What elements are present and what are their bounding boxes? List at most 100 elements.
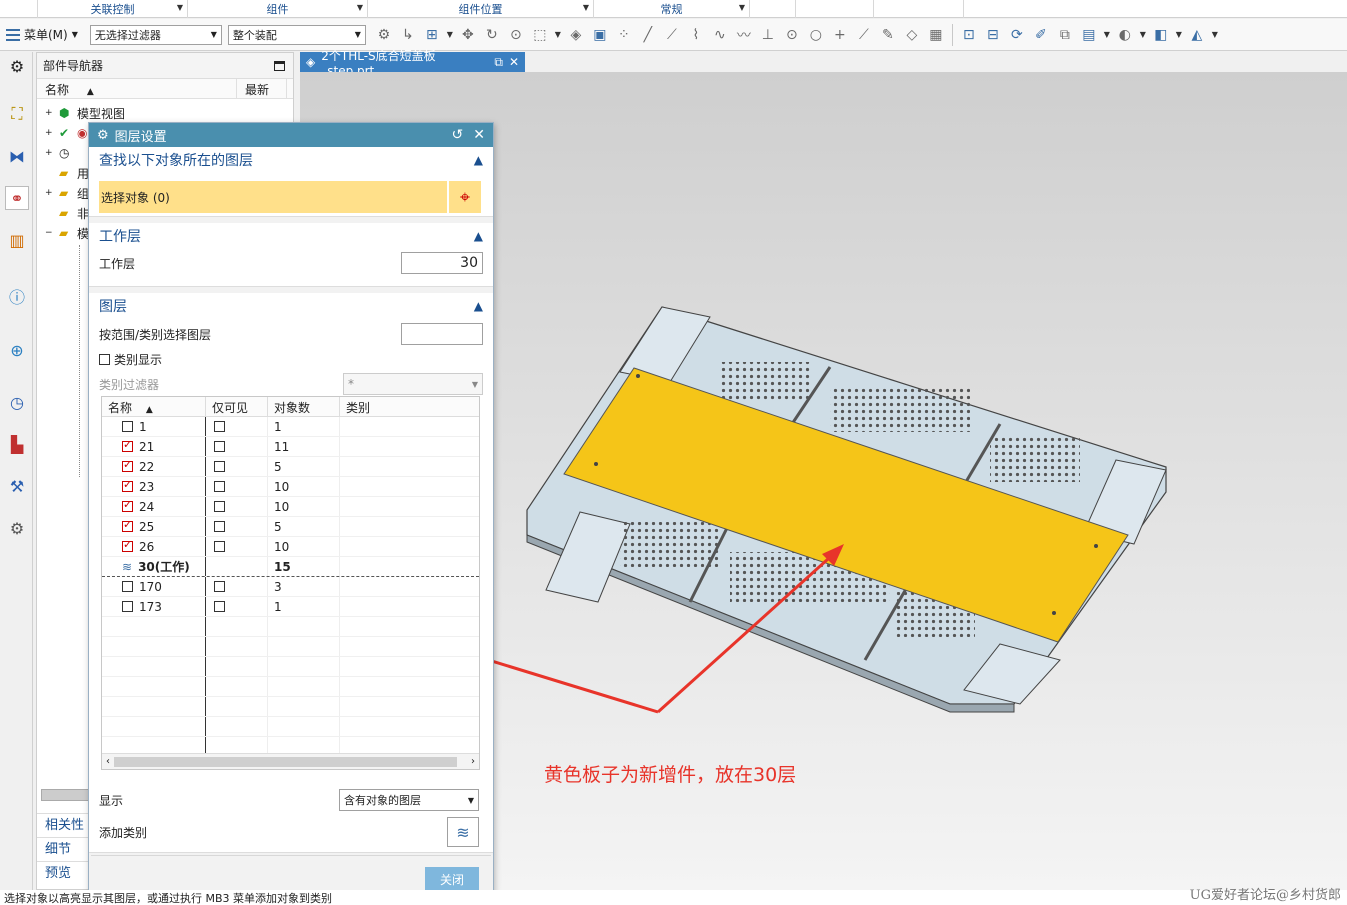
tab-preview[interactable]: 预览 <box>37 861 93 883</box>
assembly-navigator-icon[interactable]: ⛶ <box>5 102 29 126</box>
work-layer-input[interactable]: 30 <box>401 252 483 274</box>
tab-details[interactable]: 细节 <box>37 837 93 859</box>
grid-icon[interactable]: ▦ <box>924 23 948 47</box>
cube-icon[interactable]: ▣ <box>588 23 612 47</box>
tab-dependencies[interactable]: 相关性 <box>37 813 93 835</box>
layer-row[interactable]: 24 10 <box>102 497 479 517</box>
render-style-icon[interactable]: ◐ <box>1113 23 1137 47</box>
ribbon-group-component[interactable]: 组件 ▼ <box>188 0 368 18</box>
chevron-down-icon[interactable]: ▼ <box>583 3 589 12</box>
refresh-icon[interactable]: ⟳ <box>1005 23 1029 47</box>
layer-visible-checkbox[interactable] <box>122 438 133 452</box>
visible-only-checkbox[interactable] <box>214 541 225 552</box>
solid-body-icon[interactable]: ◈ <box>564 23 588 47</box>
chevron-down-icon[interactable]: ▼ <box>1137 23 1149 47</box>
section-header[interactable]: 工作层 ▲ <box>89 223 493 249</box>
info-icon[interactable]: ⓘ <box>5 284 29 308</box>
expand-plus-icon[interactable]: + <box>45 108 59 118</box>
layer-visible-checkbox[interactable] <box>122 538 133 552</box>
layer-row[interactable]: 21 11 <box>102 437 479 457</box>
layout-icon[interactable]: ▤ <box>1077 23 1101 47</box>
maximize-icon[interactable] <box>274 60 285 71</box>
roles-icon[interactable]: ⚒ <box>5 474 29 498</box>
horizontal-scrollbar[interactable] <box>41 789 89 801</box>
section-header[interactable]: 图层 ▲ <box>89 293 493 319</box>
select-add-icon[interactable]: ⊞ <box>420 23 444 47</box>
expand-plus-icon[interactable]: + <box>45 188 59 198</box>
constraint-navigator-icon[interactable]: ⧓ <box>5 144 29 168</box>
points-icon[interactable]: ⁘ <box>612 23 636 47</box>
chevron-down-icon[interactable]: ▼ <box>177 3 183 12</box>
line-icon[interactable]: ╱ <box>636 23 660 47</box>
move-handle-icon[interactable]: ✥ <box>456 23 480 47</box>
chevron-down-icon[interactable]: ▼ <box>357 3 363 12</box>
ribbon-group-association[interactable]: 关联控制 ▼ <box>38 0 188 18</box>
tree-item[interactable]: ▰ 非 <box>59 203 89 223</box>
col-count[interactable]: 对象数 <box>268 397 340 416</box>
visible-only-checkbox[interactable] <box>214 481 225 492</box>
select-object-field[interactable]: 选择对象 (0) <box>99 181 447 213</box>
tree-item[interactable]: + ◷ <box>45 143 77 163</box>
pencil-icon[interactable]: ✎ <box>876 23 900 47</box>
chevron-up-icon[interactable]: ▲ <box>474 153 483 167</box>
layer-visible-checkbox[interactable] <box>122 498 133 512</box>
brush-icon[interactable]: ✐ <box>1029 23 1053 47</box>
menu-button[interactable]: 菜单(M) ▼ <box>0 22 84 48</box>
circle-icon[interactable]: ○ <box>804 23 828 47</box>
close-icon[interactable]: ✕ <box>473 127 485 143</box>
graphics-window-tab[interactable]: ◈ 2个THL-S底合短盖板_step.prt ⧉ ✕ <box>300 49 525 78</box>
spline-icon[interactable]: ∿ <box>708 23 732 47</box>
scroll-right-icon[interactable]: › <box>471 756 475 767</box>
layer-row[interactable]: 26 10 <box>102 537 479 557</box>
tree-item[interactable]: + ✔ ◉ <box>45 123 87 143</box>
navigator-col-latest[interactable]: 最新 <box>237 79 287 98</box>
chevron-down-icon[interactable]: ▼ <box>552 23 564 47</box>
section-header[interactable]: 查找以下对象所在的图层 ▲ <box>89 147 493 173</box>
eraser-icon[interactable]: ◇ <box>900 23 924 47</box>
chevron-up-icon[interactable]: ▲ <box>474 299 483 313</box>
col-name[interactable]: 名称 ▲ <box>102 397 206 416</box>
table-hscrollbar[interactable]: ‹ › <box>102 753 479 769</box>
collapse-minus-icon[interactable]: − <box>45 228 59 238</box>
fit-view-icon[interactable]: ⊡ <box>957 23 981 47</box>
navigator-col-name[interactable]: 名称 ▲ <box>37 79 237 98</box>
history-clock-icon[interactable]: ◷ <box>5 390 29 414</box>
diagonal-icon[interactable]: ⟋ <box>852 23 876 47</box>
color-palette-icon[interactable]: ▙ <box>5 432 29 456</box>
tree-item[interactable]: − ▰ 模 <box>45 223 89 243</box>
col-category[interactable]: 类别 <box>340 397 479 416</box>
chevron-down-icon[interactable]: ▼ <box>1209 23 1221 47</box>
perpendicular-icon[interactable]: ⊥ <box>756 23 780 47</box>
visible-only-checkbox[interactable] <box>214 581 225 592</box>
tools-icon[interactable]: ⚙ <box>5 516 29 540</box>
layer-visible-checkbox[interactable] <box>122 518 133 532</box>
layer-row[interactable]: ≋ 30(工作) 15 <box>102 557 479 577</box>
visible-only-checkbox[interactable] <box>214 501 225 512</box>
tree-item[interactable]: + ⬢ 模型视图 <box>45 103 125 123</box>
snap-icon[interactable]: ↳ <box>396 23 420 47</box>
circle-center-icon[interactable]: ⊙ <box>780 23 804 47</box>
expand-plus-icon[interactable]: + <box>45 128 59 138</box>
chevron-down-icon[interactable]: ▼ <box>1101 23 1113 47</box>
external-link-icon[interactable]: ⧉ <box>494 55 503 70</box>
scroll-left-icon[interactable]: ‹ <box>102 756 114 767</box>
range-select-input[interactable] <box>401 323 483 345</box>
layer-row[interactable]: 11 <box>102 417 479 437</box>
rectangle-select-icon[interactable]: ⬚ <box>528 23 552 47</box>
layer-row[interactable]: 23 10 <box>102 477 479 497</box>
ribbon-group-position[interactable]: 组件位置 ▼ <box>368 0 594 18</box>
part-navigator-icon[interactable]: ⚭ <box>5 186 29 210</box>
visible-only-checkbox[interactable] <box>214 521 225 532</box>
chevron-up-icon[interactable]: ▲ <box>474 229 483 243</box>
lasso-icon[interactable]: ⊙ <box>504 23 528 47</box>
layer-row[interactable]: 25 5 <box>102 517 479 537</box>
expand-plus-icon[interactable]: + <box>45 148 59 158</box>
chevron-down-icon[interactable]: ▼ <box>1173 23 1185 47</box>
assembly-scope-select[interactable]: 整个装配 ▼ <box>227 24 366 45</box>
copy-view-icon[interactable]: ⧉ <box>1053 23 1077 47</box>
rotate-icon[interactable]: ↻ <box>480 23 504 47</box>
tree-item[interactable]: + ▰ 组 <box>45 183 89 203</box>
ribbon-group-general[interactable]: 常规 ▼ <box>594 0 750 18</box>
layers-stack-icon[interactable]: ≋ <box>447 817 479 847</box>
visible-only-checkbox[interactable] <box>214 461 225 472</box>
